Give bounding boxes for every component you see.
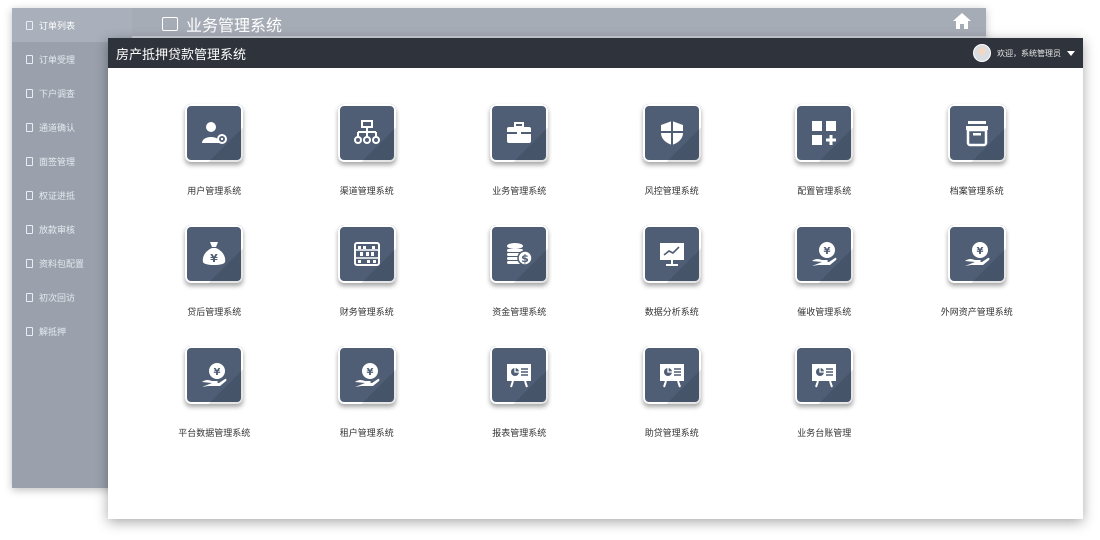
presentation-icon[interactable] (490, 346, 549, 404)
tile-label: 报表管理系统 (492, 429, 547, 439)
org-chart-icon[interactable] (337, 104, 396, 162)
svg-text:¥: ¥ (824, 246, 831, 257)
document-icon (26, 326, 33, 336)
system-tile[interactable]: $ 资金管理系统 (443, 225, 596, 346)
tile-label: 档案管理系统 (949, 187, 1004, 197)
tile-label: 数据分析系统 (644, 308, 699, 318)
app-title: 房产抵押贷款管理系统 (116, 47, 247, 63)
back-title-text: 业务管理系统 (186, 16, 283, 35)
monitor-chart-icon[interactable] (642, 225, 701, 283)
tile-label: 业务台账管理 (797, 429, 852, 439)
coins-icon[interactable]: $ (490, 225, 549, 283)
system-tile[interactable]: 档案管理系统 (901, 104, 1054, 225)
shield-icon[interactable] (642, 104, 701, 162)
svg-text:¥: ¥ (976, 246, 983, 257)
tile-label: 业务管理系统 (492, 187, 547, 197)
system-tile[interactable]: 用户管理系统 (138, 104, 291, 225)
sidebar-item-label: 放款审核 (39, 225, 76, 236)
app-header: 房产抵押贷款管理系统 欢迎，系统管理员 (108, 38, 1083, 68)
system-tile[interactable]: 风控管理系统 (596, 104, 749, 225)
tile-label: 渠道管理系统 (339, 187, 394, 197)
document-icon (26, 20, 33, 30)
tile-label: 风控管理系统 (644, 187, 699, 197)
document-icon (26, 156, 33, 166)
user-menu[interactable]: 欢迎，系统管理员 (973, 44, 1075, 62)
sidebar-item-label: 下户调查 (39, 89, 76, 100)
tile-label: 财务管理系统 (339, 308, 394, 318)
tile-label: 用户管理系统 (187, 187, 242, 197)
abacus-icon[interactable] (337, 225, 396, 283)
system-tile[interactable]: ¥ 平台数据管理系统 (138, 346, 291, 467)
system-tile[interactable]: 业务管理系统 (443, 104, 596, 225)
tile-label: 租户管理系统 (339, 429, 394, 439)
tile-label: 资金管理系统 (492, 308, 547, 318)
sidebar-item-label: 订单列表 (39, 21, 76, 32)
money-bag-icon[interactable]: ¥ (185, 225, 244, 283)
tile-label: 催收管理系统 (797, 308, 852, 318)
system-tile-grid: 用户管理系统 渠道管理系统 业务管理系统 风控管理系统 配置管理系统 档案管理系统 ¥ 贷后管… (138, 104, 1052, 467)
svg-text:$: $ (521, 252, 529, 265)
document-icon (26, 54, 33, 64)
system-tile[interactable]: 财务管理系统 (291, 225, 444, 346)
sidebar-item-label: 资料包配置 (39, 259, 85, 270)
presentation-icon[interactable] (795, 346, 854, 404)
tile-label: 平台数据管理系统 (178, 429, 251, 439)
svg-text:¥: ¥ (366, 367, 373, 378)
svg-text:¥: ¥ (210, 252, 218, 265)
system-icon (162, 17, 178, 31)
archive-box-icon[interactable] (947, 104, 1006, 162)
svg-text:¥: ¥ (214, 367, 221, 378)
hand-coin-icon[interactable]: ¥ (795, 225, 854, 283)
sidebar-item[interactable]: 订单列表 (12, 8, 132, 42)
system-tile[interactable]: ¥ 贷后管理系统 (138, 225, 291, 346)
tile-label: 配置管理系统 (797, 187, 852, 197)
document-icon (26, 190, 33, 200)
tile-label: 助贷管理系统 (644, 429, 699, 439)
system-tile[interactable]: 数据分析系统 (596, 225, 749, 346)
home-icon[interactable] (952, 12, 972, 34)
document-icon (26, 292, 33, 302)
main-window: 房产抵押贷款管理系统 欢迎，系统管理员 用户管理系统 渠道管理系统 业务管理系统 风控… (108, 38, 1083, 519)
sidebar-item-label: 订单受理 (39, 55, 76, 66)
sidebar-item-label: 解抵押 (39, 327, 67, 338)
document-icon (26, 88, 33, 98)
document-icon (26, 224, 33, 234)
system-tile[interactable]: 报表管理系统 (443, 346, 596, 467)
tile-label: 外网资产管理系统 (940, 308, 1013, 318)
sidebar-item-label: 通道确认 (39, 123, 76, 134)
sidebar-item-label: 初次回访 (39, 293, 76, 304)
document-icon (26, 122, 33, 132)
chevron-down-icon (1067, 50, 1075, 56)
system-tile[interactable]: 助贷管理系统 (596, 346, 749, 467)
system-tile[interactable]: 业务台账管理 (748, 346, 901, 467)
system-tile[interactable]: ¥ 租户管理系统 (291, 346, 444, 467)
avatar (973, 44, 991, 62)
system-tile[interactable]: ¥ 催收管理系统 (748, 225, 901, 346)
grid-plus-icon[interactable] (795, 104, 854, 162)
system-tile[interactable]: ¥ 外网资产管理系统 (901, 225, 1054, 346)
hand-coin-icon[interactable]: ¥ (185, 346, 244, 404)
sidebar-item-label: 权证进抵 (39, 191, 76, 202)
sidebar-item-label: 面签管理 (39, 157, 76, 168)
presentation-icon[interactable] (642, 346, 701, 404)
back-title: 业务管理系统 (162, 12, 282, 36)
system-tile[interactable]: 渠道管理系统 (291, 104, 444, 225)
hand-coin-icon[interactable]: ¥ (947, 225, 1006, 283)
hand-coin-icon[interactable]: ¥ (337, 346, 396, 404)
system-tile[interactable]: 配置管理系统 (748, 104, 901, 225)
briefcase-icon[interactable] (490, 104, 549, 162)
user-gear-icon[interactable] (185, 104, 244, 162)
user-greeting: 欢迎，系统管理员 (997, 48, 1061, 58)
document-icon (26, 258, 33, 268)
tile-label: 贷后管理系统 (187, 308, 242, 318)
back-topbar: 业务管理系统 (132, 8, 986, 36)
